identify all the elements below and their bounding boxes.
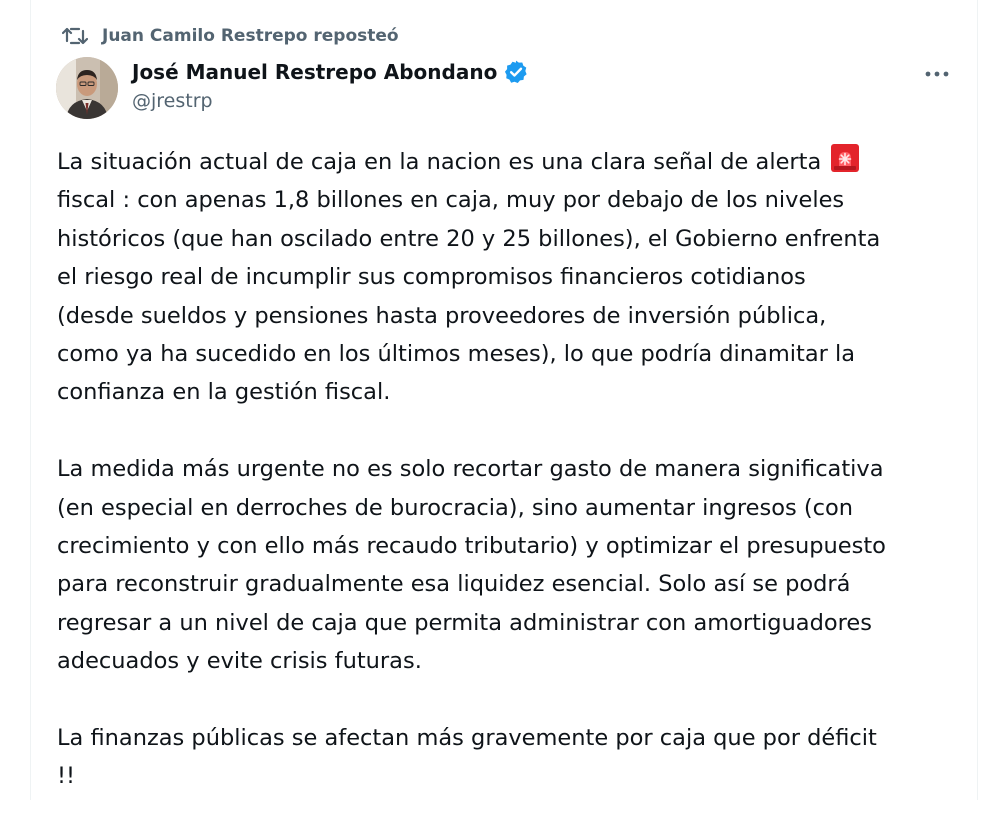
repost-header: Juan Camilo Restrepo reposteó <box>62 24 399 48</box>
more-options-icon <box>923 63 951 82</box>
more-options-button[interactable] <box>920 60 954 84</box>
author-name[interactable]: José Manuel Restrepo Abondano <box>132 60 497 84</box>
rotating-light-icon <box>830 143 860 173</box>
tweet-paragraph-1-rest: fiscal : con apenas 1,8 billones en caja… <box>57 187 881 406</box>
verified-badge-icon <box>503 59 529 85</box>
author-block: José Manuel Restrepo Abondano @jrestrp <box>132 58 529 112</box>
tweet-paragraph-1-line-1: La situación actual de caja en la nacion… <box>57 149 822 175</box>
tweet-paragraph-3: La finanzas públicas se afectan más grav… <box>57 725 877 790</box>
tweet-text: La situación actual de caja en la nacion… <box>57 143 957 796</box>
repost-label[interactable]: Juan Camilo Restrepo reposteó <box>102 26 399 46</box>
avatar[interactable] <box>56 57 118 119</box>
repost-icon <box>62 25 92 47</box>
tweet-paragraph-2: La medida más urgente no es solo recorta… <box>57 456 886 675</box>
author-handle[interactable]: @jrestrp <box>132 90 529 112</box>
tweet-paragraph-1: La situación actual de caja en la nacion… <box>57 143 957 412</box>
